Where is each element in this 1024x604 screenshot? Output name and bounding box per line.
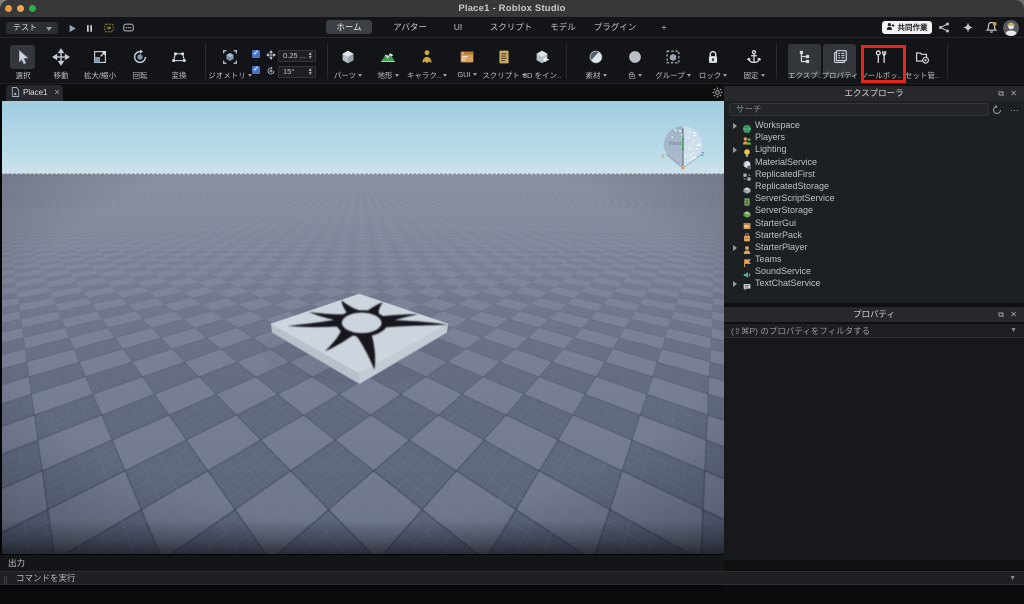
svg-text:z: z [701, 151, 705, 158]
svg-text:West: West [669, 141, 682, 147]
svg-text:x: x [661, 153, 665, 160]
